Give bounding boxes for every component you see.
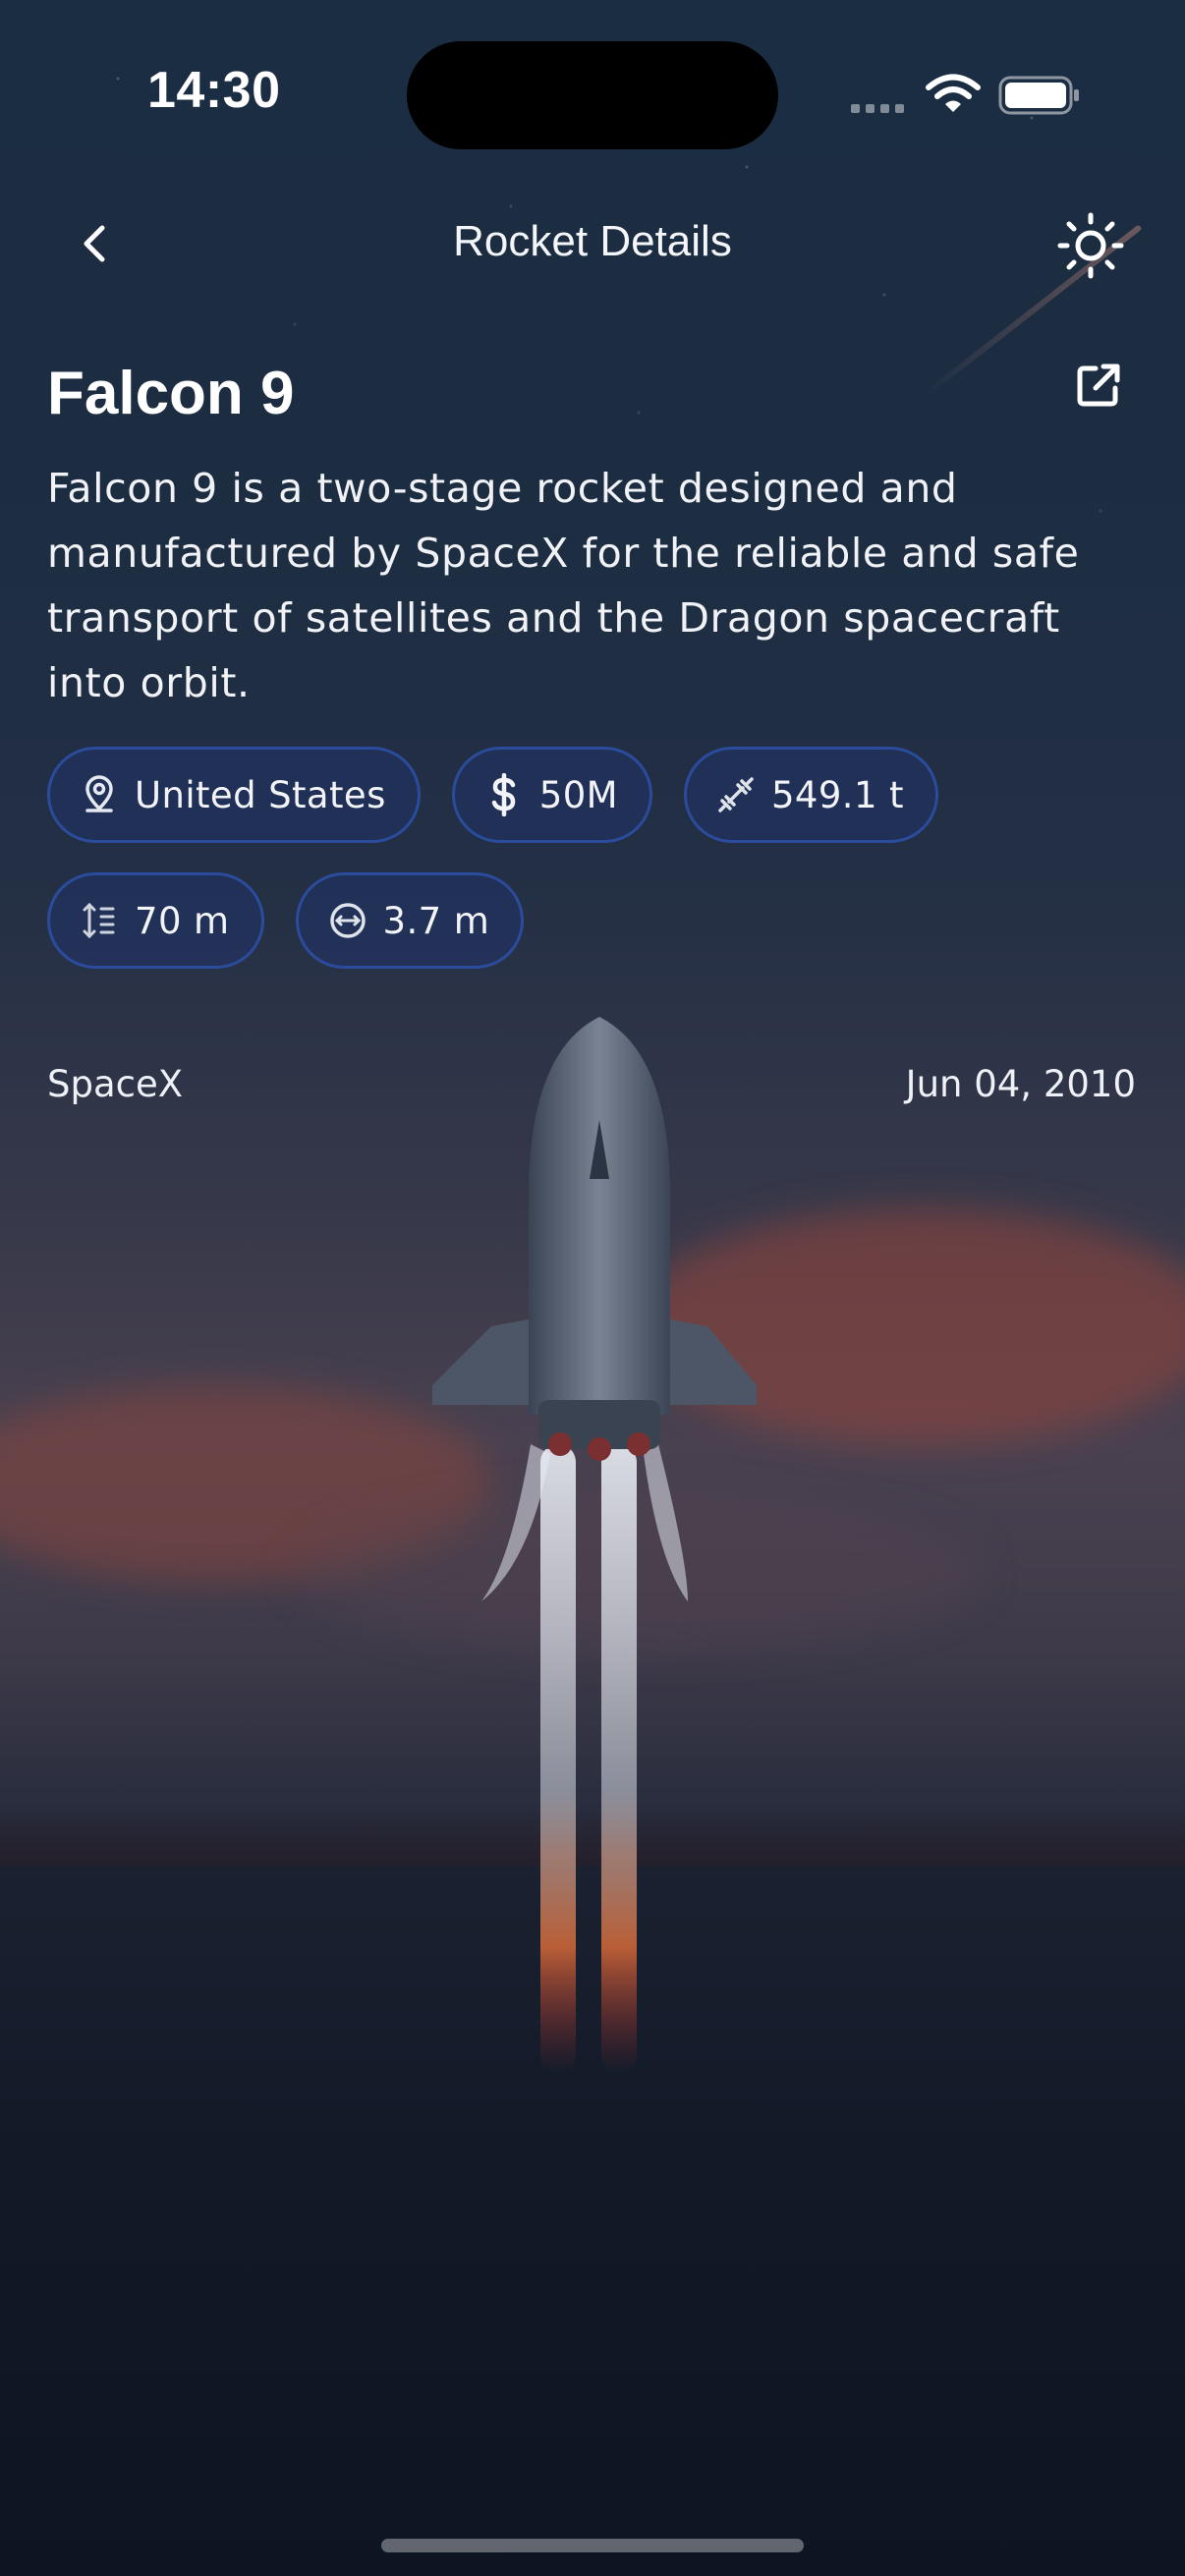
cellular-signal-icon xyxy=(851,104,906,114)
rocket-name: Falcon 9 xyxy=(47,360,295,427)
dumbbell-icon xyxy=(716,775,756,814)
country-chip: United States xyxy=(47,747,421,843)
company-label: SpaceX xyxy=(47,1063,184,1105)
first-flight-date: Jun 04, 2010 xyxy=(905,1063,1136,1105)
diameter-icon xyxy=(328,901,367,940)
battery-icon xyxy=(998,76,1079,115)
page-title: Rocket Details xyxy=(453,217,732,265)
height-label: 70 m xyxy=(135,899,230,942)
cost-label: 50M xyxy=(538,773,618,816)
chevron-left-icon xyxy=(84,225,105,262)
diameter-label: 3.7 m xyxy=(382,899,490,942)
cost-chip: 50M xyxy=(451,747,652,843)
rocket-description: Falcon 9 is a two-stage rocket designed … xyxy=(47,465,1080,706)
height-chip: 70 m xyxy=(47,872,264,969)
mass-label: 549.1 t xyxy=(770,773,904,816)
height-icon xyxy=(80,901,119,940)
dollar-icon xyxy=(484,773,524,816)
location-pin-icon xyxy=(80,775,119,814)
rocket-details-screen: 14:30 Rocket Details Falcon 9 Falcon 9 i… xyxy=(0,0,1185,2576)
wifi-icon xyxy=(926,74,981,112)
sun-icon xyxy=(1057,212,1124,279)
home-indicator[interactable] xyxy=(381,2539,804,2552)
open-external-link-button[interactable] xyxy=(1067,354,1130,417)
back-button[interactable] xyxy=(59,208,130,279)
rocket-stats-chips: United States 50M 549.1 t 70 m 3.7 m xyxy=(47,747,1148,969)
diameter-chip: 3.7 m xyxy=(295,872,525,969)
status-time: 14:30 xyxy=(147,62,281,119)
country-label: United States xyxy=(135,773,386,816)
theme-toggle-button[interactable] xyxy=(1051,206,1130,285)
dynamic-island xyxy=(407,41,778,149)
external-link-icon xyxy=(1077,364,1120,407)
mass-chip: 549.1 t xyxy=(683,747,938,843)
space-shuttle-image xyxy=(432,1017,757,2073)
status-bar: 14:30 xyxy=(0,0,1185,196)
